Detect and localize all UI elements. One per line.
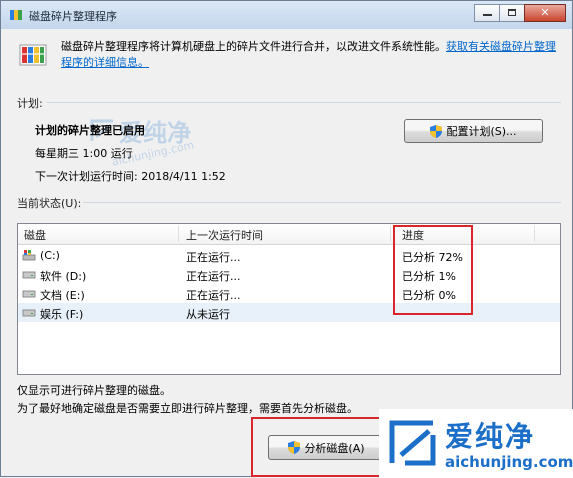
disk-name: 软件 (D:) [40,270,87,283]
schedule-divider [47,102,561,103]
analyze-disk-label: 分析磁盘(A) [304,441,365,455]
column-header-last-run[interactable]: 上一次运行时间 [186,227,263,243]
footer-note-analyze: 为了最好地确定磁盘是否需要立即进行碎片整理，需要首先分析磁盘。 [17,402,358,415]
configure-schedule-button[interactable]: 配置计划(S)... [404,119,543,143]
last-run-time: 正在运行... [186,289,241,302]
last-run-time: 正在运行... [186,270,241,283]
window-controls: ✕ [474,4,566,22]
disk-list-header: 磁盘 上一次运行时间 进度 [18,224,560,245]
schedule-status-title: 计划的碎片整理已启用 [35,124,145,137]
minimize-icon [483,14,492,16]
progress-highlight-box [393,225,473,315]
uac-shield-icon [288,441,301,454]
close-button[interactable]: ✕ [524,4,566,22]
status-section-label: 当前状态(U): [17,197,82,210]
disk-name: 文档 (E:) [40,289,85,302]
last-run-time: 从未运行 [186,308,230,321]
watermark-large: 爱纯净 aichunjing.com [379,409,573,478]
watermark-logo-icon [389,420,436,466]
disk-name: 娱乐 (F:) [40,308,84,321]
drive-icon [22,271,36,279]
drive-icon [22,309,36,317]
drive-icon [22,290,36,298]
disk-name: (C:) [40,249,60,262]
status-divider [83,202,561,203]
defrag-window: 磁盘碎片整理程序 ✕ 磁盘碎片整理程序将计算机硬盘上的碎片文件进行合并，以改进文… [0,0,573,478]
defrag-app-icon [10,10,22,20]
schedule-section-label: 计划: [17,97,43,110]
uac-shield-icon [430,124,443,138]
description-text: 磁盘碎片整理程序将计算机硬盘上的碎片文件进行合并，以改进文件系统性能。 [61,40,446,53]
schedule-next-run: 下一次计划运行时间: 2018/4/11 1:52 [35,170,226,183]
header-description: 磁盘碎片整理程序将计算机硬盘上的碎片文件进行合并，以改进文件系统性能。获取有关磁… [61,39,561,71]
watermark-large-name: 爱纯净 [445,420,536,453]
maximize-icon [508,9,516,16]
disk-row-c[interactable]: (C:) 正在运行... 已分析 72% [18,246,560,265]
configure-schedule-label: 配置计划(S)... [446,125,517,138]
minimize-button[interactable] [474,4,500,22]
disk-row-d[interactable]: 软件 (D:) 正在运行... 已分析 1% [18,265,560,284]
last-run-time: 正在运行... [186,251,241,264]
footer-note-disks: 仅显示可进行碎片整理的磁盘。 [17,384,171,397]
column-separator[interactable] [178,226,179,242]
defrag-header-icon [19,44,47,66]
disk-row-e[interactable]: 文档 (E:) 正在运行... 已分析 0% [18,284,560,303]
system-drive-icon [22,250,36,261]
close-icon: ✕ [540,6,550,19]
analyze-disk-button[interactable]: 分析磁盘(A) [268,435,385,460]
column-header-disk[interactable]: 磁盘 [24,227,46,243]
column-separator[interactable] [534,226,535,242]
schedule-time: 每星期三 1:00 运行 [35,147,133,160]
disk-row-f[interactable]: 娱乐 (F:) 从未运行 [18,303,560,322]
maximize-button[interactable] [499,4,525,22]
title-bar[interactable]: 磁盘碎片整理程序 ✕ [1,1,572,29]
disk-list[interactable]: 磁盘 上一次运行时间 进度 (C:) 正在运行... 已分析 72% 软件 (D… [17,223,561,375]
column-separator[interactable] [390,226,391,242]
watermark-large-url: aichunjing.com [445,453,573,471]
window-title: 磁盘碎片整理程序 [29,10,117,23]
